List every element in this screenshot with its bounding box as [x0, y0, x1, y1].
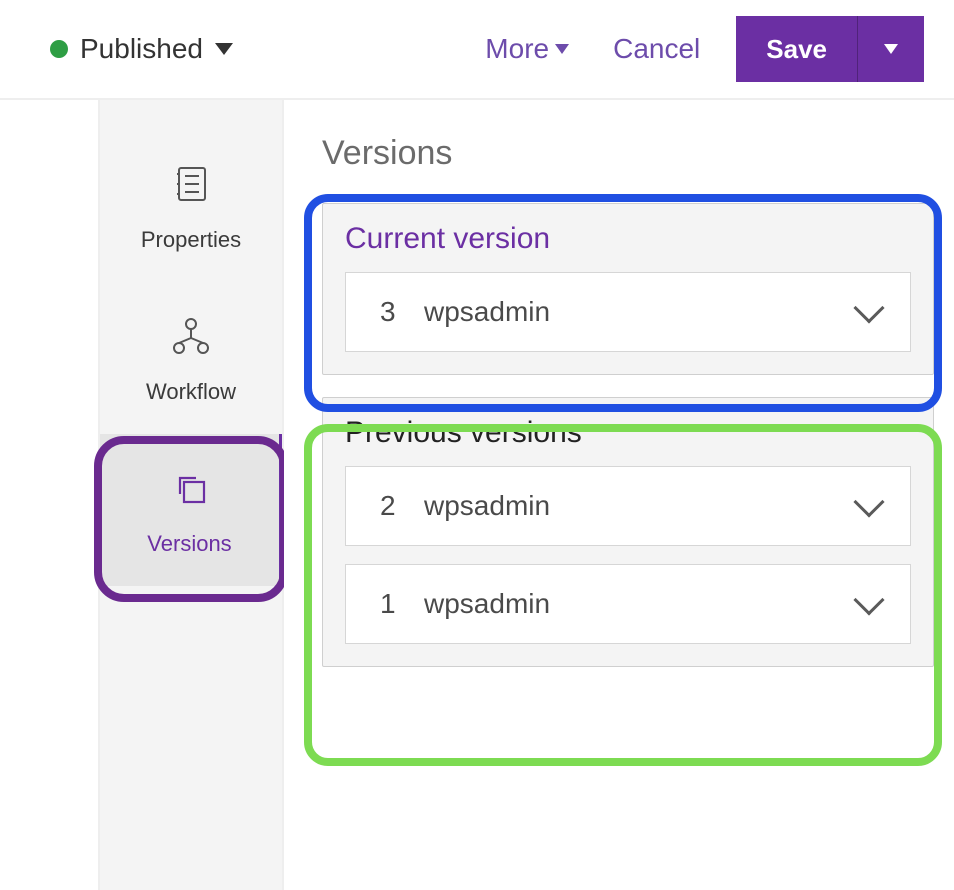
- chevron-down-icon: [853, 292, 884, 323]
- version-user: wpsadmin: [424, 490, 858, 522]
- version-user: wpsadmin: [424, 296, 858, 328]
- version-user: wpsadmin: [424, 588, 858, 620]
- workflow-icon: [167, 312, 215, 367]
- body: Properties Workflow: [0, 100, 954, 890]
- current-version-panel: Current version 3 wpsadmin: [322, 203, 934, 375]
- caret-down-icon: [215, 43, 233, 55]
- cancel-link[interactable]: Cancel: [613, 33, 700, 65]
- side-nav: Properties Workflow: [98, 100, 284, 890]
- properties-icon: [167, 160, 215, 215]
- version-row[interactable]: 2 wpsadmin: [345, 466, 911, 546]
- toolbar: Published More Cancel Save: [0, 0, 954, 100]
- chevron-down-icon: [853, 584, 884, 615]
- save-label: Save: [766, 34, 827, 65]
- status-dot-icon: [50, 40, 68, 58]
- version-row[interactable]: 3 wpsadmin: [345, 272, 911, 352]
- tab-label: Workflow: [146, 379, 236, 405]
- more-menu[interactable]: More: [485, 33, 569, 65]
- chevron-down-icon: [853, 486, 884, 517]
- panel-title: Current version: [323, 204, 933, 272]
- versions-icon: [166, 464, 214, 519]
- current-rows: 3 wpsadmin: [323, 272, 933, 374]
- previous-versions-panel: Previous versions 2 wpsadmin 1 wpsadmin: [322, 397, 934, 667]
- tab-workflow[interactable]: Workflow: [100, 282, 282, 434]
- previous-rows: 2 wpsadmin 1 wpsadmin: [323, 466, 933, 666]
- save-button[interactable]: Save: [736, 16, 858, 82]
- tab-versions[interactable]: Versions: [100, 434, 282, 586]
- caret-down-icon: [555, 44, 569, 54]
- more-label: More: [485, 33, 549, 65]
- version-number: 2: [380, 490, 424, 522]
- left-gutter: [0, 100, 98, 890]
- save-split-button: Save: [736, 16, 924, 82]
- cancel-label: Cancel: [613, 33, 700, 65]
- panel-title: Previous versions: [323, 398, 933, 466]
- main-panel: Versions Current version 3 wpsadmin Prev…: [284, 100, 954, 890]
- tab-label: Versions: [147, 531, 231, 557]
- tab-properties[interactable]: Properties: [100, 130, 282, 282]
- page-title: Versions: [322, 134, 934, 173]
- status-label: Published: [80, 33, 203, 65]
- version-number: 1: [380, 588, 424, 620]
- caret-down-icon: [884, 44, 898, 54]
- save-dropdown-button[interactable]: [858, 16, 924, 82]
- tab-label: Properties: [141, 227, 241, 253]
- version-number: 3: [380, 296, 424, 328]
- status-dropdown[interactable]: Published: [50, 33, 233, 65]
- version-row[interactable]: 1 wpsadmin: [345, 564, 911, 644]
